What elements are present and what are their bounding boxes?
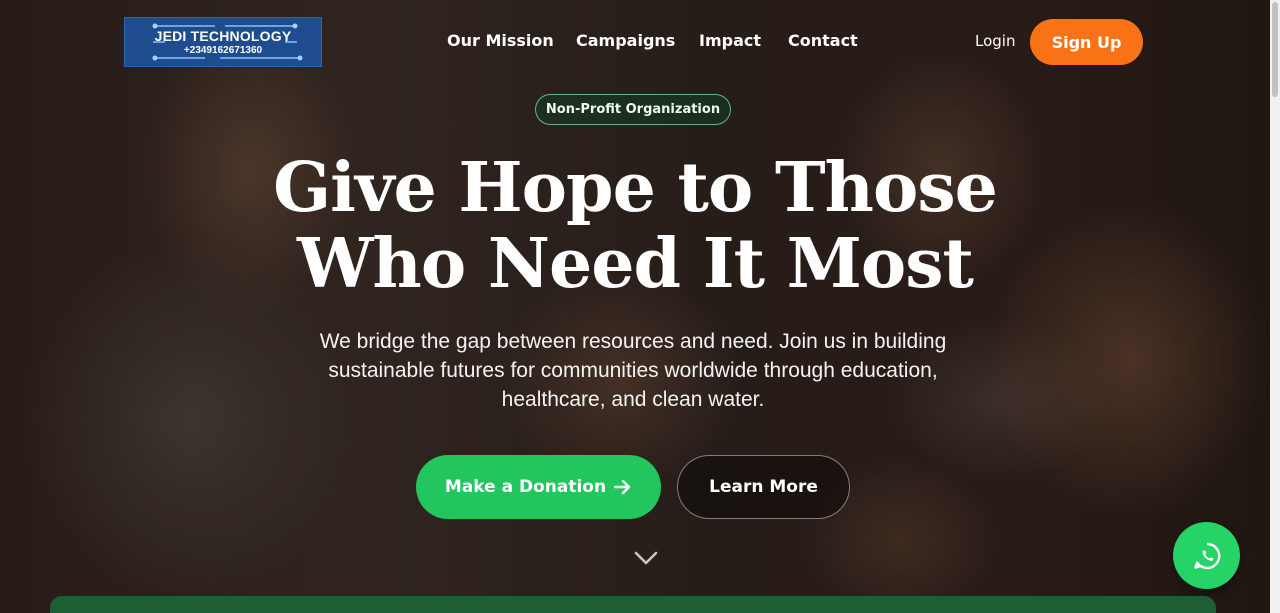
headline-line-1: Give Hope to Those — [273, 148, 998, 228]
headline-line-2: Who Need It Most — [297, 224, 974, 304]
page-scrollbar[interactable] — [1270, 0, 1280, 613]
brand-logo[interactable]: JEDI TECHNOLOGY +2349162671360 — [124, 17, 322, 67]
make-donation-button[interactable]: Make a Donation — [416, 455, 661, 519]
arrow-right-icon — [614, 479, 631, 495]
nav-campaigns[interactable]: Campaigns — [576, 31, 675, 50]
whatsapp-button[interactable] — [1173, 522, 1240, 589]
brand-name: JEDI TECHNOLOGY — [154, 28, 292, 44]
login-link[interactable]: Login — [975, 32, 1015, 50]
scrollbar-thumb[interactable] — [1272, 2, 1278, 97]
organization-badge: Non-Profit Organization — [535, 94, 731, 125]
nav-contact[interactable]: Contact — [788, 31, 858, 50]
hero-background-photo — [0, 0, 1270, 613]
subtitle-line-1: We bridge the gap between resources and … — [319, 330, 947, 353]
learn-more-button[interactable]: Learn More — [677, 455, 850, 519]
nav-our-mission[interactable]: Our Mission — [447, 31, 554, 50]
signup-button[interactable]: Sign Up — [1030, 19, 1143, 65]
whatsapp-icon — [1193, 542, 1220, 569]
next-section-edge — [50, 596, 1216, 613]
nav-impact[interactable]: Impact — [699, 31, 761, 50]
brand-phone: +2349162671360 — [183, 45, 263, 56]
chevron-down-icon[interactable] — [633, 548, 659, 568]
make-donation-label: Make a Donation — [444, 477, 607, 497]
subtitle-line-3: healthcare, and clean water. — [501, 388, 765, 411]
subtitle-line-2: sustainable futures for communities worl… — [328, 359, 938, 382]
